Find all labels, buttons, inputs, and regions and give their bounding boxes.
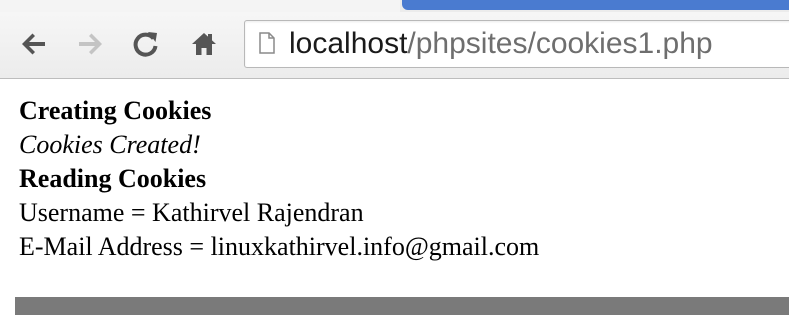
forward-button[interactable] [72,26,108,62]
address-bar[interactable]: localhost/phpsites/cookies1.php [244,20,789,68]
reload-icon [133,32,158,57]
page-content: Creating Cookies Cookies Created! Readin… [19,94,539,264]
horizontal-scrollbar[interactable] [15,297,789,315]
tab-strip-accent [402,0,789,10]
arrow-left-icon [22,33,45,55]
heading-creating-cookies: Creating Cookies [19,96,212,125]
home-button[interactable] [186,26,222,62]
browser-toolbar: localhost/phpsites/cookies1.php [0,12,789,79]
heading-reading-cookies: Reading Cookies [19,164,207,193]
reload-button[interactable] [128,26,164,62]
tab-active[interactable] [0,0,400,12]
home-icon [192,33,216,55]
username-line: Username = Kathirvel Rajendran [19,198,364,227]
arrow-right-icon [79,33,102,55]
cookies-created-message: Cookies Created! [19,130,201,159]
email-line: E-Mail Address = linuxkathirvel.info@gma… [19,232,540,261]
tab-strip [0,0,789,12]
url-host: localhost [289,27,408,60]
url-path: /phpsites/cookies1.php [407,27,713,60]
url-text[interactable]: localhost/phpsites/cookies1.php [289,26,713,62]
browser-window: localhost/phpsites/cookies1.php Creating… [0,0,789,315]
back-button[interactable] [16,26,52,62]
page-icon [259,32,275,54]
